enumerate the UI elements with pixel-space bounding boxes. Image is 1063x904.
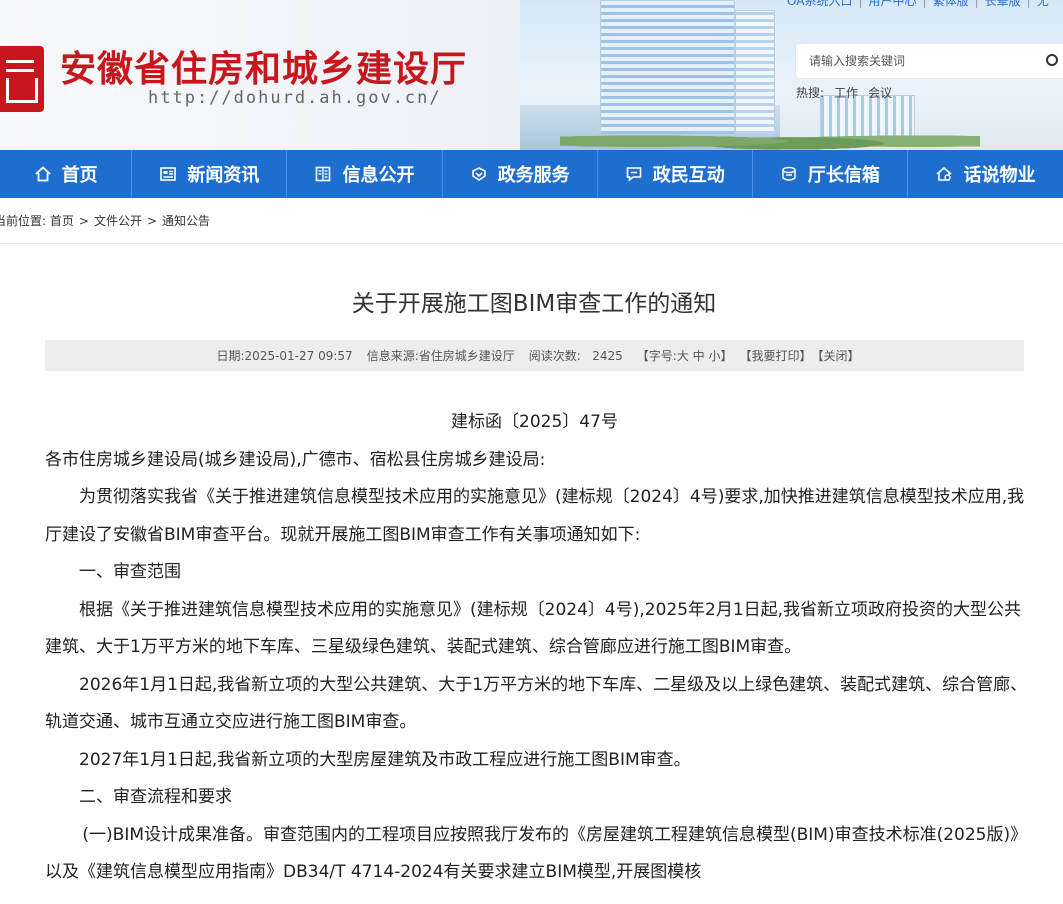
addressee: 各市住房城乡建设局(城乡建设局),广德市、宿松县住房城乡建设局: [45, 449, 546, 470]
breadcrumb: 当前位置: 首页 > 文件公开 > 通知公告 [0, 212, 210, 229]
paragraph: 2027年1月1日起,我省新立项的大型房屋建筑及市政工程应进行施工图BIM审查。 [79, 749, 691, 770]
nav-news[interactable]: 新闻资讯 [132, 150, 288, 198]
breadcrumb-link-notices[interactable]: 通知公告 [162, 214, 210, 228]
nav-label: 厅长信箱 [807, 165, 880, 186]
paragraph: 2026年1月1日起,我省新立项的大型公共建筑、大于1万平方米的地下车库、二星级… [45, 674, 1028, 733]
paragraph: (一)BIM设计成果准备。审查范围内的工程项目应按照我厅发布的《房屋建筑工程建筑… [45, 824, 1028, 883]
close-button[interactable]: 【关闭】 [811, 347, 859, 364]
nav-label: 新闻资讯 [187, 165, 260, 186]
nav-property-talk[interactable]: 话说物业 [908, 150, 1063, 198]
service-icon [470, 165, 488, 183]
nav-label: 政民互动 [652, 165, 725, 186]
paragraph: 为贯彻落实我省《关于推进建筑信息模型技术应用的实施意见》(建标规〔2024〕4号… [45, 487, 1025, 545]
section-heading: 二、审查流程和要求 [79, 787, 232, 807]
banner-building [600, 0, 735, 135]
breadcrumb-prefix: 当前位置: [0, 214, 47, 228]
section-heading: 一、审查范围 [79, 562, 181, 582]
search-input[interactable] [796, 44, 1036, 78]
article-body: 建标函〔2025〕47号 各市住房城乡建设局(城乡建设局),广德市、宿松县住房城… [45, 404, 1035, 892]
site-title[interactable]: 安徽省住房和城乡建设厅 [60, 40, 467, 92]
article-source: 信息来源:省住房城乡建设厅 [366, 349, 515, 363]
article-title: 关于开展施工图BIM审查工作的通知 [351, 291, 717, 317]
nav-label: 首页 [61, 165, 98, 186]
top-links: OA系统入口 | 用户中心 | 繁体版 | 长辈版 | 无 [787, 0, 1049, 9]
font-size-control[interactable]: 【字号:大 中 小】 [637, 347, 733, 364]
nav-gov-service[interactable]: 政务服务 [443, 150, 598, 198]
hot-search-term[interactable]: 会议 [868, 86, 892, 100]
article-meta: 日期:2025-01-27 09:57 信息来源:省住房城乡建设厅 阅读次数: … [45, 340, 1024, 371]
banner-trees [560, 128, 980, 150]
nav-label: 话说物业 [963, 165, 1036, 186]
chat-icon [625, 165, 643, 183]
site-url: http://dohurd.ah.gov.cn/ [148, 88, 442, 108]
breadcrumb-link-home[interactable]: 首页 [50, 214, 74, 228]
nav-interaction[interactable]: 政民互动 [598, 150, 753, 198]
hot-search-term[interactable]: 工作 [834, 86, 858, 100]
nav-home[interactable]: 首页 [0, 150, 133, 198]
article-date: 日期:2025-01-27 09:57 [216, 349, 353, 363]
search-icon[interactable] [1046, 54, 1058, 66]
accessibility-link[interactable]: 无 [1037, 0, 1049, 8]
traditional-chinese-link[interactable]: 繁体版 [933, 0, 969, 8]
hot-search-label: 热搜: [796, 86, 825, 100]
site-logo[interactable] [0, 46, 44, 112]
site-header: 安徽省住房和城乡建设厅 http://dohurd.ah.gov.cn/ OA系… [0, 0, 1063, 150]
hot-search: 热搜: 工作 会议 [796, 84, 902, 101]
search-box [796, 44, 1063, 78]
nav-label: 政务服务 [497, 165, 570, 186]
home-icon [34, 165, 52, 183]
news-icon [159, 165, 177, 183]
property-icon [935, 165, 953, 183]
elder-version-link[interactable]: 长辈版 [985, 0, 1021, 8]
banner-building [735, 10, 775, 135]
nav-info-disclosure[interactable]: 信息公开 [287, 150, 443, 198]
oa-entry-link[interactable]: OA系统入口 [787, 0, 852, 8]
nav-director-mailbox[interactable]: 厅长信箱 [753, 150, 908, 198]
divider [0, 243, 1063, 244]
nav-label: 信息公开 [342, 165, 415, 186]
breadcrumb-link-files[interactable]: 文件公开 [94, 214, 142, 228]
user-center-link[interactable]: 用户中心 [869, 0, 917, 8]
view-count: 阅读次数: 2425 [528, 349, 623, 363]
book-icon [314, 165, 332, 183]
mailbox-icon [780, 165, 798, 183]
document-number: 建标函〔2025〕47号 [451, 412, 618, 432]
main-nav: 首页 新闻资讯 信息公开 政务服务 政民互动 厅长信箱 话说物业 [0, 150, 1063, 198]
print-button[interactable]: 【我要打印】 [739, 347, 811, 364]
paragraph: 根据《关于推进建筑信息模型技术应用的实施意见》(建标规〔2024〕4号),202… [45, 599, 1022, 658]
